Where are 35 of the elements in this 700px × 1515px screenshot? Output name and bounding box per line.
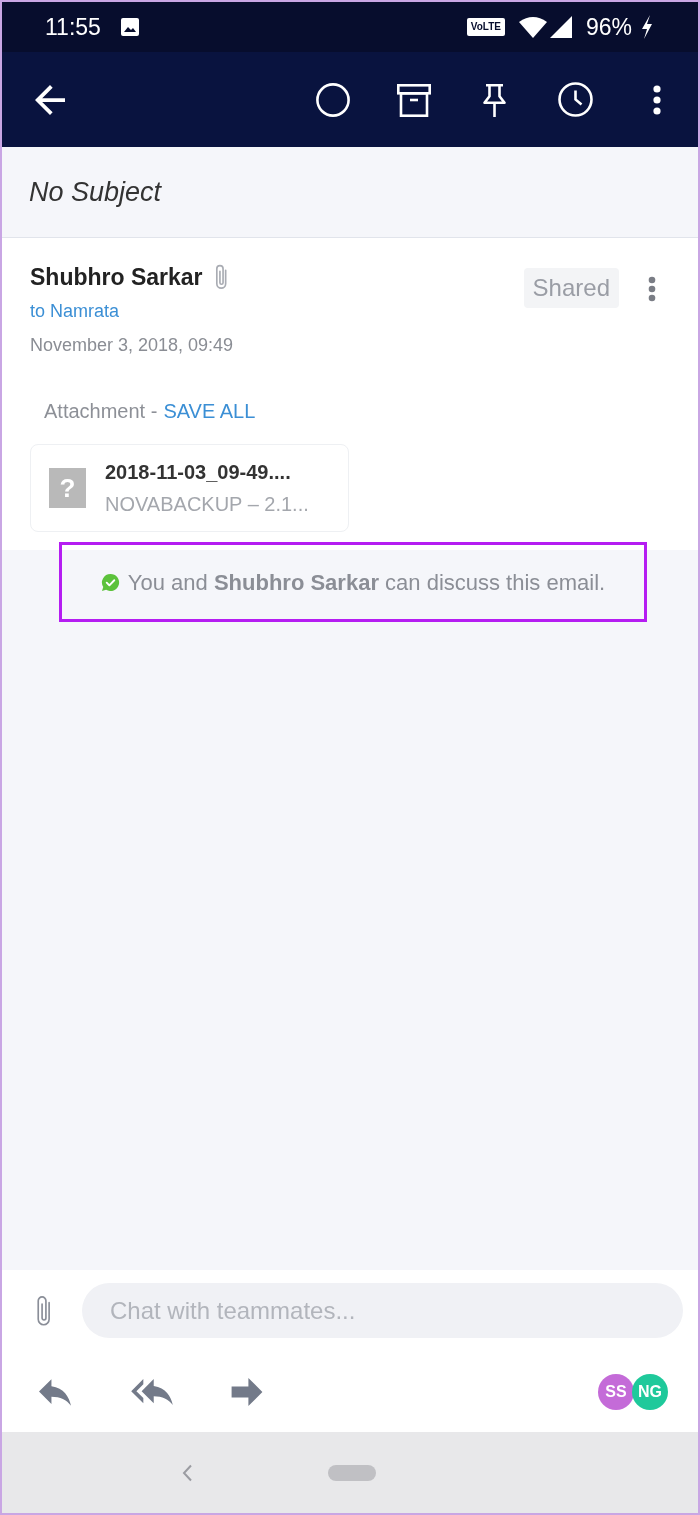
avatar: SS <box>598 1374 634 1410</box>
unknown-file-icon: ? <box>49 468 86 508</box>
discussion-note: You and Shubhro Sarkar can discuss this email. <box>127 568 606 597</box>
recipient-link[interactable]: to Namrata <box>30 300 234 322</box>
wifi-icon <box>518 16 547 38</box>
avatar: NG <box>632 1374 668 1410</box>
vertical-dots-icon[interactable] <box>653 84 661 115</box>
volte-indicator: VoLTE <box>466 18 505 36</box>
forward-arrow-icon[interactable] <box>231 1378 263 1406</box>
file-name: 2018-11-03_09-49.... <box>105 460 292 485</box>
circle-icon[interactable] <box>316 82 350 117</box>
save-all-link[interactable]: SAVE ALL <box>163 398 256 424</box>
reply-all-icon[interactable] <box>131 1379 173 1405</box>
file-detail: NOVABACKUP – 2.1... <box>105 492 309 517</box>
charging-bolt-icon <box>640 15 654 39</box>
attachment-label: Attachment - <box>44 399 158 424</box>
vertical-dots-icon[interactable] <box>648 276 656 302</box>
chat-check-icon <box>100 572 120 592</box>
attachment-card[interactable]: ? 2018-11-03_09-49.... NOVABACKUP – 2.1... <box>30 444 349 532</box>
clock-icon[interactable] <box>558 82 593 117</box>
image-icon <box>120 18 139 36</box>
status-time: 11:55 <box>45 14 101 40</box>
reply-icon[interactable] <box>39 1378 71 1406</box>
chat-input[interactable]: Chat with teammates... <box>82 1283 683 1338</box>
battery-percent: 96% <box>585 14 632 40</box>
home-handle[interactable] <box>328 1464 376 1481</box>
sender-name: Shubhro Sarkar <box>30 263 203 292</box>
paperclip-icon <box>214 264 228 290</box>
shared-label: Shared <box>523 268 619 308</box>
archive-box-icon[interactable] <box>397 82 431 117</box>
email-subject: No Subject <box>29 176 162 208</box>
message-date: November 3, 2018, 09:49 <box>30 334 234 356</box>
back-arrow-icon[interactable] <box>35 84 65 115</box>
back-chevron-icon[interactable] <box>182 1463 193 1482</box>
signal-icon <box>549 16 572 38</box>
